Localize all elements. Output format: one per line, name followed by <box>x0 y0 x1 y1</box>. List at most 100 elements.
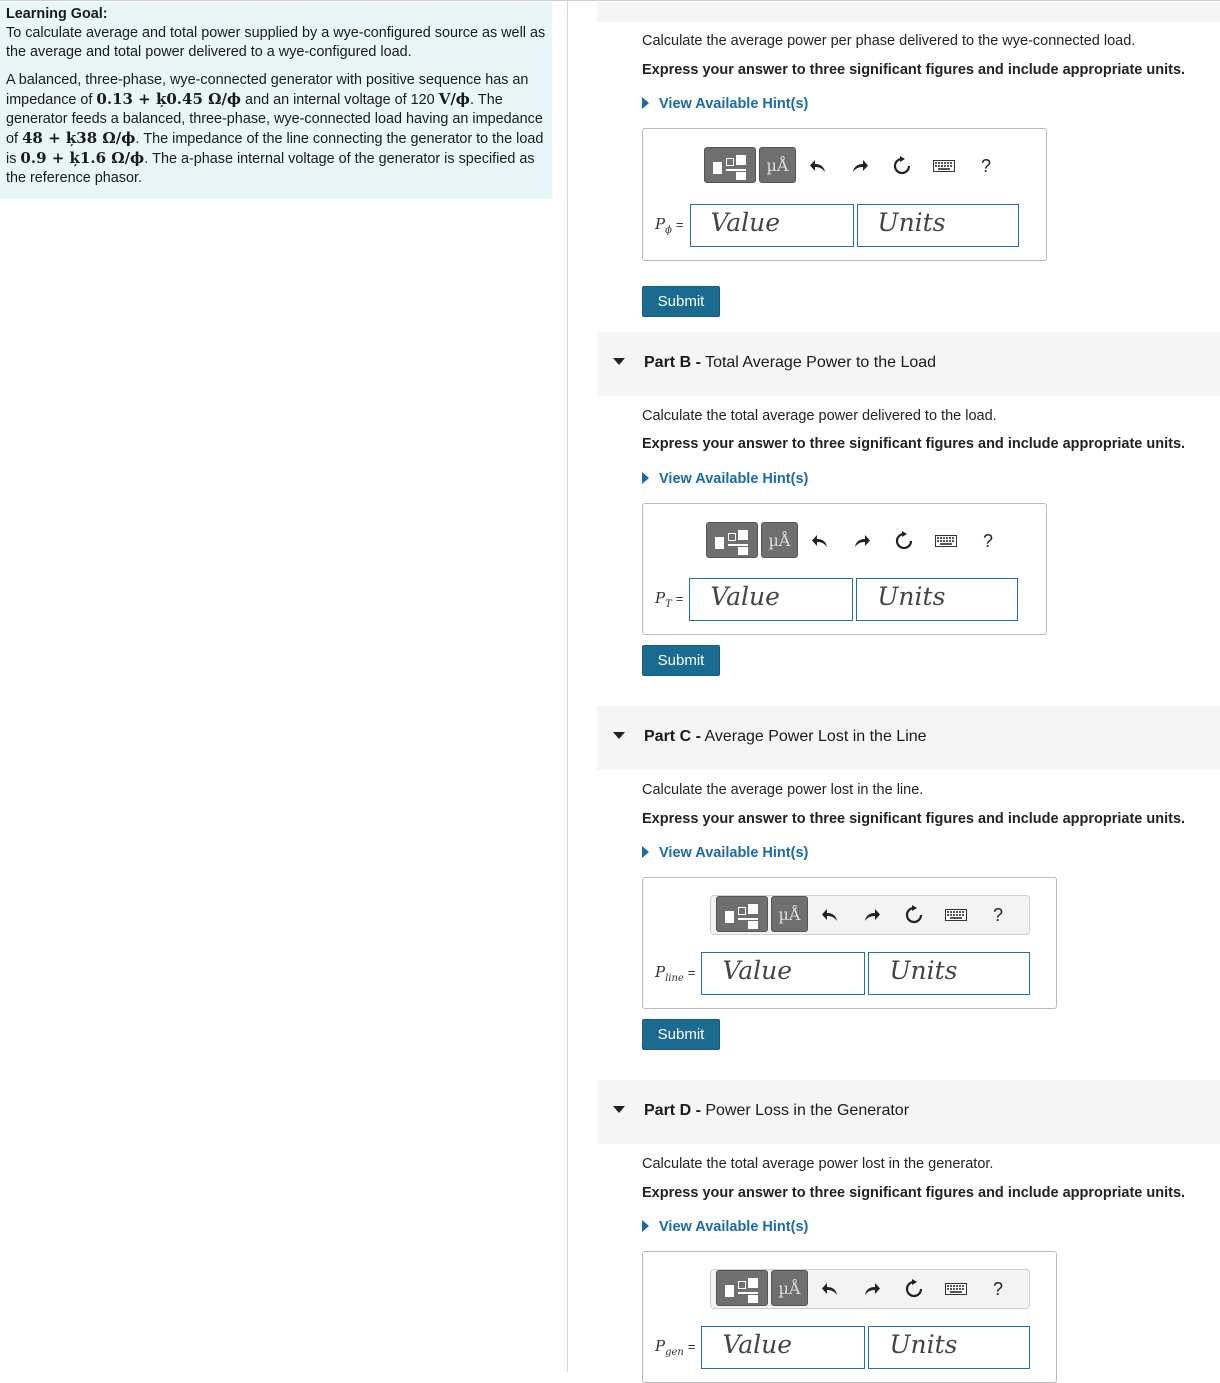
part-title: Part D - Power Loss in the Generator <box>644 1102 909 1120</box>
collapse-caret-icon[interactable] <box>613 732 625 739</box>
redo-icon[interactable] <box>851 897 893 933</box>
keyboard-icon[interactable] <box>923 148 965 184</box>
part-label: Part D - <box>644 1102 701 1119</box>
part-title-text: Power Loss in the Generator <box>705 1102 910 1119</box>
hint-label[interactable]: View Available Hint(s) <box>659 96 808 112</box>
help-icon[interactable]: ? <box>977 897 1019 933</box>
hint-label[interactable]: View Available Hint(s) <box>659 845 808 861</box>
answer-row: PT = Value Units <box>655 578 1021 621</box>
part-b-header[interactable]: Part B - Total Average Power to the Load <box>597 332 1220 396</box>
units-input[interactable]: Units <box>868 1326 1031 1369</box>
part-question: Calculate the average power per phase de… <box>642 33 1136 49</box>
learning-goal-panel: Learning Goal: To calculate average and … <box>0 2 552 199</box>
collapse-caret-icon[interactable] <box>613 358 625 365</box>
templates-icon[interactable] <box>706 522 758 558</box>
view-hints-link[interactable]: View Available Hint(s) <box>642 471 808 487</box>
line-impedance: 0.9 + ķ1.6 Ω/ϕ <box>20 149 145 167</box>
part-title: Part C - Average Power Lost in the Line <box>644 728 927 746</box>
part-question: Calculate the total average power lost i… <box>642 1156 994 1172</box>
reset-icon[interactable] <box>883 523 925 559</box>
math-toolbar: µÅ ? <box>710 1269 1030 1309</box>
submit-button[interactable]: Submit <box>642 645 720 676</box>
answer-box: µÅ ? Pgen = Value Units <box>642 1251 1057 1383</box>
hint-label[interactable]: View Available Hint(s) <box>659 471 808 487</box>
templates-icon[interactable] <box>704 147 756 183</box>
reset-icon[interactable] <box>893 1271 935 1307</box>
learning-goal-title: Learning Goal: <box>6 6 108 22</box>
units-input[interactable]: Units <box>856 578 1019 621</box>
reset-icon[interactable] <box>893 897 935 933</box>
problem-statement: A balanced, three-phase, wye-connected g… <box>6 71 546 188</box>
voltage-unit: V/ϕ <box>438 90 470 108</box>
variable-subscript: line <box>665 973 684 984</box>
part-title: Part B - Total Average Power to the Load <box>644 354 936 372</box>
undo-icon[interactable] <box>799 523 841 559</box>
hint-label[interactable]: View Available Hint(s) <box>659 1219 808 1235</box>
units-icon[interactable]: µÅ <box>759 147 796 183</box>
part-instruction: Express your answer to three significant… <box>642 436 1186 452</box>
keyboard-icon[interactable] <box>935 1271 977 1307</box>
templates-icon[interactable] <box>716 896 768 932</box>
units-icon[interactable]: µÅ <box>771 896 808 932</box>
help-icon[interactable]: ? <box>977 1271 1019 1307</box>
help-icon[interactable]: ? <box>965 148 1007 184</box>
keyboard-icon[interactable] <box>925 523 967 559</box>
submit-button[interactable]: Submit <box>642 1019 720 1050</box>
redo-icon[interactable] <box>841 523 883 559</box>
math-toolbar: µÅ ? <box>710 895 1030 935</box>
part-d-header[interactable]: Part D - Power Loss in the Generator <box>597 1080 1220 1144</box>
value-input[interactable]: Value <box>689 204 854 247</box>
view-hints-link[interactable]: View Available Hint(s) <box>642 96 808 112</box>
units-icon[interactable]: µÅ <box>761 522 798 558</box>
value-input[interactable]: Value <box>701 1326 866 1369</box>
hint-expand-icon <box>642 472 649 484</box>
part-title-text: Total Average Power to the Load <box>705 354 937 371</box>
submit-button[interactable]: Submit <box>642 286 720 317</box>
variable-label: Pϕ = <box>655 215 684 236</box>
variable-label: PT = <box>655 589 683 610</box>
equals-sign: = <box>687 1339 696 1354</box>
value-input[interactable]: Value <box>701 952 866 995</box>
view-hints-link[interactable]: View Available Hint(s) <box>642 1219 808 1235</box>
reset-icon[interactable] <box>881 148 923 184</box>
units-input[interactable]: Units <box>868 952 1031 995</box>
templates-icon[interactable] <box>716 1270 768 1306</box>
part-c-header[interactable]: Part C - Average Power Lost in the Line <box>597 706 1220 770</box>
answer-row: Pϕ = Value Units <box>655 204 1022 247</box>
undo-icon[interactable] <box>797 148 839 184</box>
variable-subscript: ϕ <box>665 225 672 236</box>
answer-box: µÅ ? Pϕ = Value Units <box>642 128 1047 261</box>
redo-icon[interactable] <box>839 148 881 184</box>
part-label: Part B - <box>644 354 701 371</box>
variable-name: P <box>655 963 666 981</box>
equals-sign: = <box>675 217 684 232</box>
part-instruction: Express your answer to three significant… <box>642 62 1186 78</box>
collapse-caret-icon[interactable] <box>613 1106 625 1113</box>
undo-icon[interactable] <box>809 897 851 933</box>
redo-icon[interactable] <box>851 1271 893 1307</box>
units-input[interactable]: Units <box>856 204 1019 247</box>
math-toolbar: µÅ ? <box>705 521 1009 561</box>
variable-name: P <box>655 215 666 233</box>
part-a-header-strip <box>597 2 1220 22</box>
hint-expand-icon <box>642 1220 649 1232</box>
part-label: Part C - <box>644 728 701 745</box>
column-divider <box>567 0 568 1372</box>
math-toolbar: µÅ ? <box>703 146 1007 186</box>
variable-label: Pgen = <box>655 1337 695 1358</box>
undo-icon[interactable] <box>809 1271 851 1307</box>
units-icon[interactable]: µÅ <box>771 1270 808 1306</box>
toolbar-insert-group: µÅ <box>715 1269 809 1309</box>
keyboard-icon[interactable] <box>935 897 977 933</box>
equals-sign: = <box>687 965 696 980</box>
help-icon[interactable]: ? <box>967 523 1009 559</box>
hint-expand-icon <box>642 97 649 109</box>
variable-label: Pline = <box>655 963 695 984</box>
part-question: Calculate the average power lost in the … <box>642 782 924 798</box>
view-hints-link[interactable]: View Available Hint(s) <box>642 845 808 861</box>
equals-sign: = <box>675 591 684 606</box>
hint-expand-icon <box>642 846 649 858</box>
value-input[interactable]: Value <box>689 578 854 621</box>
toolbar-insert-group: µÅ <box>703 146 797 186</box>
part-instruction: Express your answer to three significant… <box>642 811 1186 827</box>
